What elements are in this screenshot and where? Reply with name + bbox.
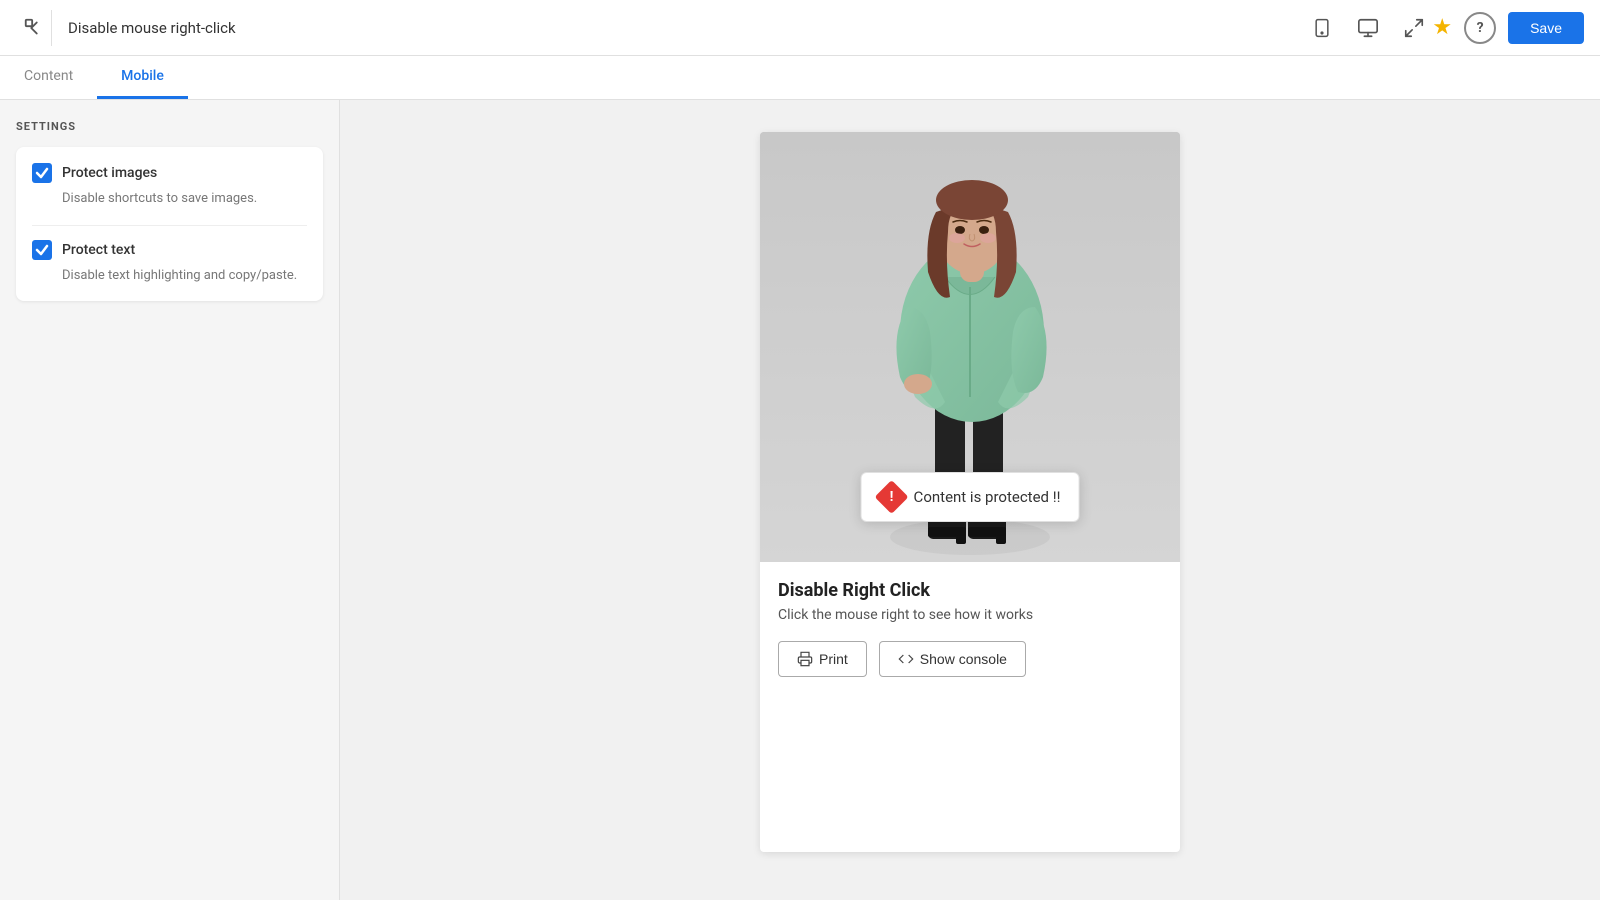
preview-title: Disable Right Click: [778, 580, 1162, 601]
settings-divider: [32, 225, 307, 226]
protect-text-header: Protect text: [32, 240, 307, 260]
save-button[interactable]: Save: [1508, 12, 1584, 44]
print-icon: [797, 651, 813, 667]
device-icons: [1304, 10, 1432, 46]
header-right: ★ ? Save: [1432, 12, 1584, 44]
preview-actions: Print Show console: [778, 641, 1162, 677]
preview-subtitle: Click the mouse right to see how it work…: [778, 607, 1162, 623]
protect-images-label: Protect images: [62, 165, 157, 181]
protect-text-label: Protect text: [62, 242, 135, 258]
content-protected-popup: ! Content is protected !!: [861, 472, 1080, 522]
warning-icon: !: [875, 480, 909, 514]
tab-mobile[interactable]: Mobile: [97, 56, 188, 99]
main-layout: SETTINGS Protect images Disable shortcut…: [0, 100, 1600, 900]
preview-area: ! Content is protected !! Disable Right …: [340, 100, 1600, 900]
protect-text-row: Protect text Disable text highlighting a…: [32, 240, 307, 286]
protect-images-desc: Disable shortcuts to save images.: [62, 189, 307, 209]
settings-card: Protect images Disable shortcuts to save…: [16, 147, 323, 301]
settings-label: SETTINGS: [16, 120, 323, 133]
page-title: Disable mouse right-click: [68, 19, 1284, 37]
protected-popup-text: Content is protected !!: [914, 488, 1061, 506]
preview-image: ! Content is protected !!: [760, 132, 1180, 562]
print-button[interactable]: Print: [778, 641, 867, 677]
star-button[interactable]: ★: [1432, 15, 1452, 40]
preview-content: Disable Right Click Click the mouse righ…: [760, 562, 1180, 695]
tab-content[interactable]: Content: [0, 56, 97, 99]
preview-card: ! Content is protected !! Disable Right …: [760, 132, 1180, 852]
tabs-bar: Content Mobile: [0, 56, 1600, 100]
protect-images-header: Protect images: [32, 163, 307, 183]
header: Disable mouse right-click ★ ?: [0, 0, 1600, 56]
show-console-button[interactable]: Show console: [879, 641, 1026, 677]
protect-text-desc: Disable text highlighting and copy/paste…: [62, 266, 307, 286]
expand-icon-btn[interactable]: [1396, 10, 1432, 46]
protect-images-row: Protect images Disable shortcuts to save…: [32, 163, 307, 209]
fashion-figure: ! Content is protected !!: [760, 132, 1180, 562]
back-button[interactable]: [16, 10, 52, 46]
help-button[interactable]: ?: [1464, 12, 1496, 44]
protect-text-checkbox[interactable]: [32, 240, 52, 260]
protect-images-checkbox[interactable]: [32, 163, 52, 183]
desktop-icon-btn[interactable]: [1350, 10, 1386, 46]
console-icon: [898, 651, 914, 667]
mobile-icon-btn[interactable]: [1304, 10, 1340, 46]
sidebar: SETTINGS Protect images Disable shortcut…: [0, 100, 340, 900]
